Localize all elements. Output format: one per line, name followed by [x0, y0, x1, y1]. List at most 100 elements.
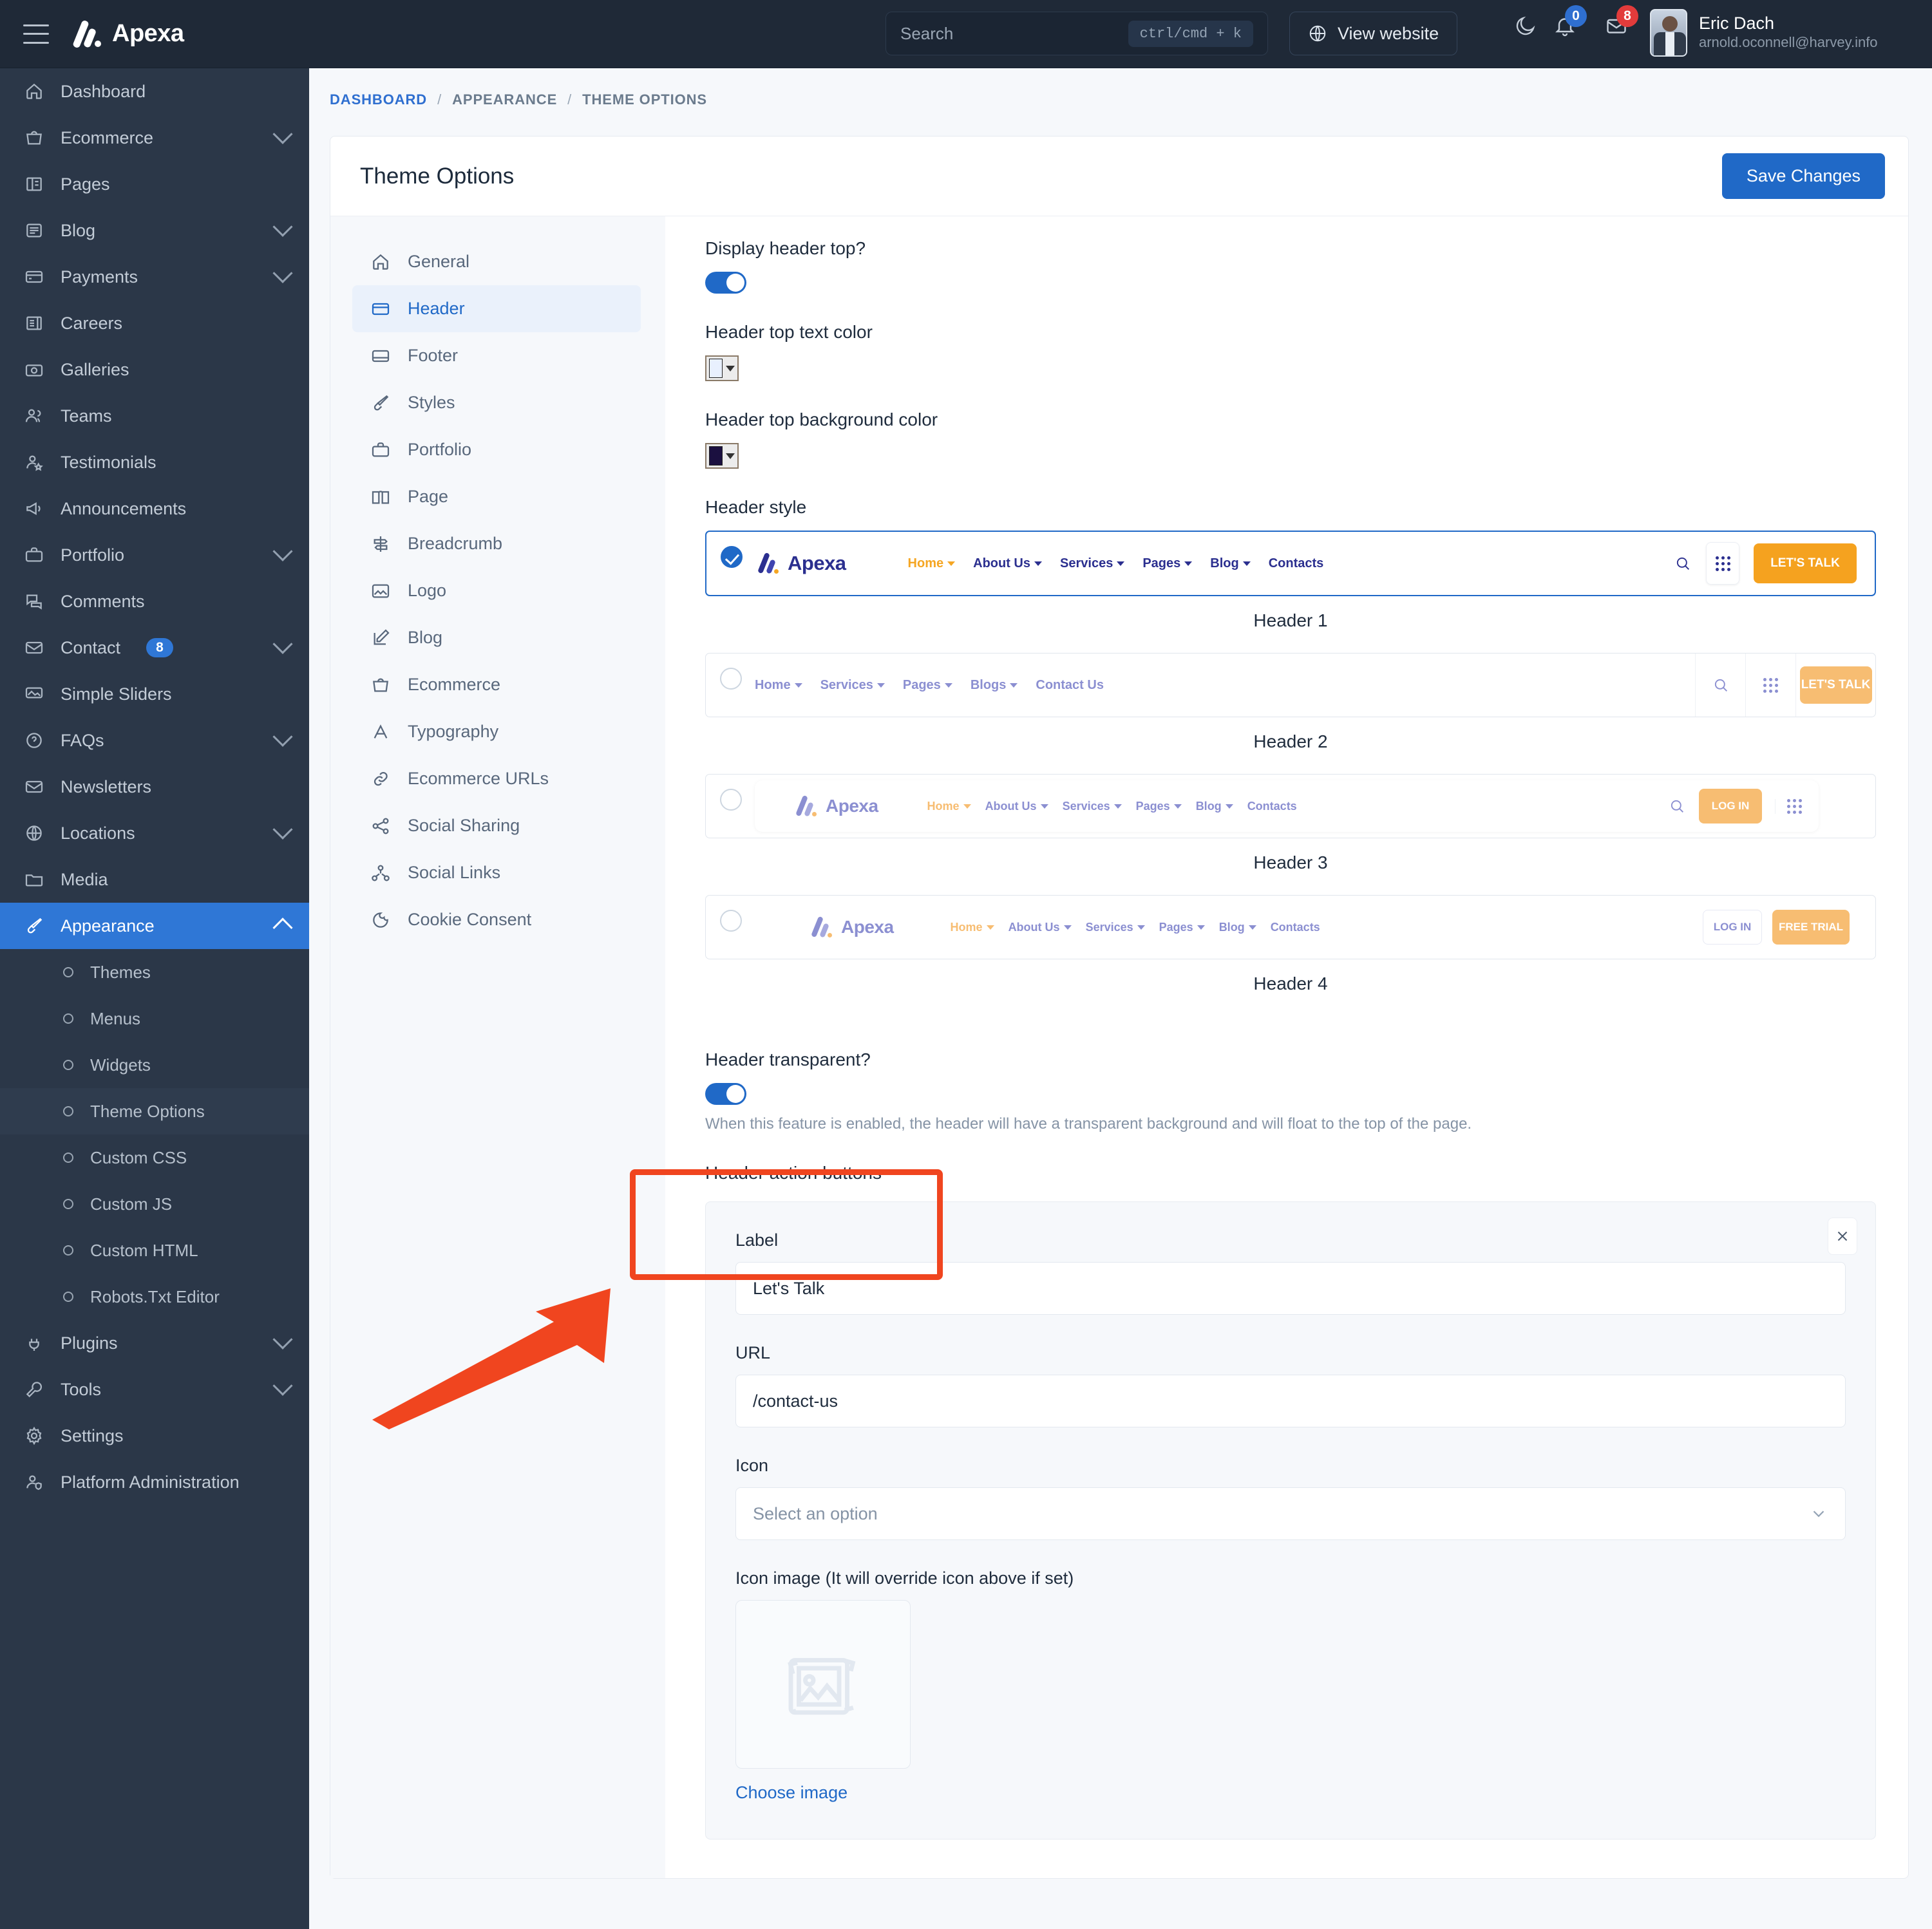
sidebar-item-galleries[interactable]: Galleries [0, 346, 309, 393]
sidebar-item-locations[interactable]: Locations [0, 810, 309, 856]
sidebar-subitem-widgets[interactable]: Widgets [0, 1042, 309, 1088]
sidebar-item-blog[interactable]: Blog [0, 207, 309, 254]
tab-social-sharing[interactable]: Social Sharing [352, 802, 641, 849]
tab-typography[interactable]: Typography [352, 708, 641, 755]
tab-ecommerce-urls[interactable]: Ecommerce URLs [352, 755, 641, 802]
header-style-radio-1[interactable] [721, 546, 743, 568]
preview-nav-services[interactable]: Services [820, 678, 885, 693]
tab-logo[interactable]: Logo [352, 567, 641, 614]
user-menu[interactable]: Eric Dach arnold.oconnell@harvey.info [1650, 9, 1878, 57]
preview-nav-pages[interactable]: Pages [903, 678, 952, 693]
sidebar-item-ecommerce[interactable]: Ecommerce [0, 115, 309, 161]
breadcrumb-dashboard[interactable]: DASHBOARD [330, 91, 427, 108]
preview-cta-button[interactable]: LET'S TALK [1799, 666, 1872, 704]
sidebar-item-contact[interactable]: Contact 8 [0, 625, 309, 671]
tab-portfolio[interactable]: Portfolio [352, 426, 641, 473]
tab-blog[interactable]: Blog [352, 614, 641, 661]
preview-nav-pages[interactable]: Pages [1136, 800, 1182, 813]
tab-breadcrumb[interactable]: Breadcrumb [352, 520, 641, 567]
sidebar-item-platform-administration[interactable]: Platform Administration [0, 1459, 309, 1505]
sidebar-item-media[interactable]: Media [0, 856, 309, 903]
sidebar-subitem-theme-options[interactable]: Theme Options [0, 1088, 309, 1134]
preview-nav-blogs[interactable]: Blogs [971, 678, 1018, 693]
header-style-radio-2[interactable] [720, 668, 742, 690]
breadcrumb-appearance[interactable]: APPEARANCE [452, 91, 557, 108]
preview-nav-pages[interactable]: Pages [1159, 921, 1205, 934]
tab-footer[interactable]: Footer [352, 332, 641, 379]
sidebar-item-payments[interactable]: Payments [0, 254, 309, 300]
grid-icon[interactable] [1775, 798, 1802, 814]
sidebar-item-portfolio[interactable]: Portfolio [0, 532, 309, 578]
sidebar-item-tools[interactable]: Tools [0, 1366, 309, 1413]
tab-header[interactable]: Header [352, 285, 641, 332]
sidebar-item-careers[interactable]: Careers [0, 300, 309, 346]
preview-nav-contacts[interactable]: Contacts [1269, 556, 1324, 571]
tab-cookie-consent[interactable]: Cookie Consent [352, 896, 641, 943]
tab-social-links[interactable]: Social Links [352, 849, 641, 896]
header-style-option-3[interactable]: Apexa Home About Us Services Pages Blog … [705, 774, 1876, 838]
sidebar-subitem-custom-js[interactable]: Custom JS [0, 1181, 309, 1227]
sidebar-subitem-custom-css[interactable]: Custom CSS [0, 1134, 309, 1181]
search-input[interactable]: Search ctrl/cmd + k [886, 12, 1268, 55]
preview-nav-home[interactable]: Home [908, 556, 956, 571]
sidebar-item-teams[interactable]: Teams [0, 393, 309, 439]
preview-nav-home[interactable]: Home [755, 678, 802, 693]
preview-cta-button[interactable]: LET'S TALK [1754, 543, 1857, 583]
preview-nav-about-us[interactable]: About Us [1009, 921, 1072, 934]
icon-image-dropzone[interactable] [735, 1600, 911, 1769]
tab-ecommerce[interactable]: Ecommerce [352, 661, 641, 708]
tab-page[interactable]: Page [352, 473, 641, 520]
view-website-button[interactable]: View website [1289, 12, 1458, 55]
sidebar-subitem-robots-txt-editor[interactable]: Robots.Txt Editor [0, 1274, 309, 1320]
sidebar-item-announcements[interactable]: Announcements [0, 485, 309, 532]
sidebar-item-pages[interactable]: Pages [0, 161, 309, 207]
header-style-radio-4[interactable] [720, 910, 742, 932]
preview-nav-pages[interactable]: Pages [1142, 556, 1193, 571]
sidebar-subitem-themes[interactable]: Themes [0, 949, 309, 995]
header-transparent-toggle[interactable] [705, 1083, 746, 1105]
sidebar-item-newsletters[interactable]: Newsletters [0, 764, 309, 810]
sidebar-subitem-custom-html[interactable]: Custom HTML [0, 1227, 309, 1274]
sidebar-item-dashboard[interactable]: Dashboard [0, 68, 309, 115]
save-changes-button[interactable]: Save Changes [1721, 153, 1885, 199]
preview-nav-blog[interactable]: Blog [1196, 800, 1233, 813]
display-header-top-toggle[interactable] [705, 272, 746, 294]
search-icon[interactable] [1674, 554, 1692, 572]
grid-icon[interactable] [1706, 542, 1739, 585]
preview-nav-services[interactable]: Services [1063, 800, 1122, 813]
preview-nav-contact-us[interactable]: Contact Us [1036, 678, 1104, 693]
preview-nav-blog[interactable]: Blog [1219, 921, 1256, 934]
preview-nav-about-us[interactable]: About Us [973, 556, 1043, 571]
preview-nav-services[interactable]: Services [1060, 556, 1125, 571]
remove-action-button[interactable] [1828, 1218, 1857, 1255]
header-top-text-color-picker[interactable] [705, 355, 739, 381]
sidebar-item-settings[interactable]: Settings [0, 1413, 309, 1459]
search-icon[interactable] [1712, 676, 1730, 694]
header-style-option-2[interactable]: Home Services Pages Blogs Contact Us LET… [705, 653, 1876, 717]
preview-cta-button[interactable]: LOG IN [1699, 789, 1762, 823]
sidebar-item-plugins[interactable]: Plugins [0, 1320, 309, 1366]
choose-image-link[interactable]: Choose image [735, 1783, 1846, 1803]
header-top-bg-color-picker[interactable] [705, 443, 739, 469]
preview-nav-contacts[interactable]: Contacts [1247, 800, 1297, 813]
tab-general[interactable]: General [352, 238, 641, 285]
sidebar-item-testimonials[interactable]: Testimonials [0, 439, 309, 485]
sidebar-subitem-menus[interactable]: Menus [0, 995, 309, 1042]
sidebar-item-appearance[interactable]: Appearance [0, 903, 309, 949]
tab-styles[interactable]: Styles [352, 379, 641, 426]
preview-nav-blog[interactable]: Blog [1210, 556, 1251, 571]
preview-free-trial-button[interactable]: FREE TRIAL [1772, 910, 1850, 945]
grid-icon[interactable] [1745, 654, 1795, 717]
preview-nav-about-us[interactable]: About Us [985, 800, 1048, 813]
preview-login-button[interactable]: LOG IN [1703, 910, 1762, 945]
action-label-input[interactable] [735, 1262, 1846, 1315]
header-style-radio-3[interactable] [720, 789, 742, 811]
preview-nav-services[interactable]: Services [1086, 921, 1145, 934]
app-logo[interactable]: Apexa [67, 19, 184, 49]
action-url-input[interactable] [735, 1375, 1846, 1427]
preview-nav-contacts[interactable]: Contacts [1271, 921, 1320, 934]
notifications-button[interactable]: 0 [1553, 5, 1587, 41]
search-icon[interactable] [1668, 797, 1686, 815]
preview-nav-home[interactable]: Home [951, 921, 994, 934]
dark-mode-toggle[interactable] [1514, 14, 1537, 41]
